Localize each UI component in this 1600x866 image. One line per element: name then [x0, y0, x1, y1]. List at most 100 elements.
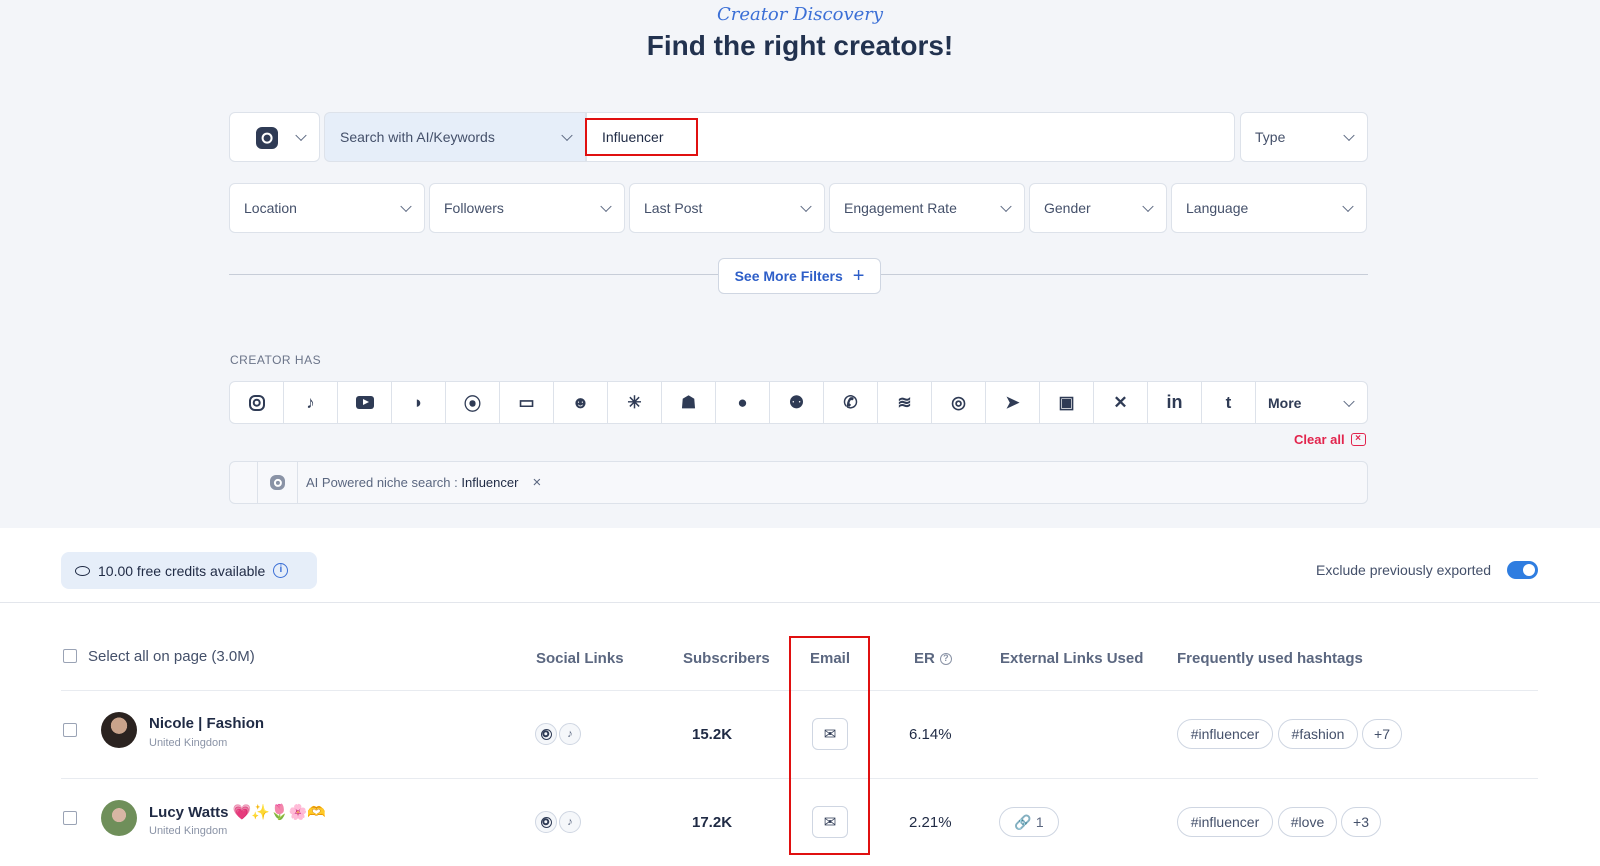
social-links: ♪ [535, 723, 581, 745]
col-external-links: External Links Used [1000, 650, 1144, 667]
hashtag-pill[interactable]: #influencer [1177, 719, 1273, 749]
type-label: Type [1255, 129, 1286, 145]
bluesky-icon[interactable]: ◗ [392, 382, 446, 423]
more-platforms-select[interactable]: More [1256, 382, 1367, 423]
telegram-icon[interactable]: ➤ [986, 382, 1040, 423]
chevron-down-icon [1343, 395, 1355, 407]
instagram-icon[interactable] [230, 382, 284, 423]
instagram-icon [270, 475, 285, 490]
tiktok-icon[interactable]: ♪ [559, 723, 581, 745]
groups-icon[interactable]: ⚉ [770, 382, 824, 423]
youtube-icon[interactable] [338, 382, 392, 423]
filter-location[interactable]: Location [229, 183, 425, 233]
exclude-label: Exclude previously exported [1316, 562, 1492, 578]
chevron-down-icon [1343, 129, 1355, 142]
see-more-filters-button[interactable]: See More Filters + [718, 258, 881, 294]
select-all-checkbox[interactable] [63, 649, 77, 663]
facebook-icon[interactable]: ● [716, 382, 770, 423]
row-checkbox[interactable] [63, 723, 77, 737]
chevron-down-icon [295, 129, 307, 142]
exclude-toggle[interactable] [1507, 561, 1538, 579]
page-title: Find the right creators! [646, 30, 954, 61]
tumblr-icon[interactable]: t [1202, 382, 1256, 423]
youtube-glyph [355, 396, 374, 409]
chevron-down-icon [600, 200, 612, 213]
creator-location: United Kingdom [149, 825, 228, 837]
filter-followers[interactable]: Followers [429, 183, 625, 233]
er-value: 2.21% [909, 814, 952, 831]
hashtag-pill[interactable]: #influencer [1177, 807, 1273, 837]
instagram-icon[interactable] [535, 723, 557, 745]
row-checkbox[interactable] [63, 811, 77, 825]
filter-language[interactable]: Language [1171, 183, 1367, 233]
search-mode-select[interactable]: Search with AI/Keywords [324, 112, 586, 162]
more-label: More [1268, 394, 1302, 411]
hashtag-more-pill[interactable]: +3 [1341, 807, 1381, 837]
filter-last-post[interactable]: Last Post [629, 183, 825, 233]
col-social-links: Social Links [536, 650, 624, 667]
creator-location: United Kingdom [149, 737, 228, 749]
coins-icon [75, 565, 90, 576]
spotify-icon[interactable]: ≋ [878, 382, 932, 423]
avatar [101, 712, 137, 748]
search-mode-label: Search with AI/Keywords [340, 129, 495, 145]
clear-all-label: Clear all [1294, 432, 1345, 447]
x-icon[interactable]: ✕ [1094, 382, 1148, 423]
active-filter-chip: AI Powered niche search : Influencer × [298, 474, 541, 491]
chevron-down-icon [800, 200, 812, 213]
remove-filter-icon[interactable]: × [532, 474, 541, 491]
type-select[interactable]: Type [1240, 112, 1368, 162]
col-er-label: ER [914, 650, 935, 667]
page-kicker: Creator Discovery [716, 4, 884, 25]
divider [0, 602, 1600, 603]
creator-has-toolbar: ♪ ◗ ⦿ ▭ ☻ ✳ ☗ ● ⚉ ✆ ≋ ◎ ➤ ▣ ✕ in t More [229, 381, 1368, 424]
filter-gender[interactable]: Gender [1029, 183, 1167, 233]
filter-engagement-rate[interactable]: Engagement Rate [829, 183, 1025, 233]
linktree-icon[interactable]: ✳ [608, 382, 662, 423]
creator-name[interactable]: Lucy Watts 💗✨🌷🌸🫶 [149, 803, 326, 821]
col-subscribers: Subscribers [683, 650, 770, 667]
tiktok-icon[interactable]: ♪ [559, 811, 581, 833]
avatar [101, 800, 137, 836]
linkedin-icon[interactable]: in [1148, 382, 1202, 423]
whatsapp-icon[interactable]: ◎ [932, 382, 986, 423]
snapchat-icon[interactable]: ☗ [662, 382, 716, 423]
link-icon: 🔗 [1014, 813, 1032, 830]
hashtag-pill[interactable]: #love [1278, 807, 1337, 837]
phone-icon[interactable]: ✆ [824, 382, 878, 423]
highlight-box [789, 636, 870, 855]
twitch-icon[interactable]: ▭ [500, 382, 554, 423]
filter-label: Last Post [644, 200, 703, 216]
platform-select[interactable] [229, 112, 320, 162]
col-hashtags: Frequently used hashtags [1177, 650, 1363, 667]
hashtag-more-pill[interactable]: +7 [1362, 719, 1402, 749]
external-links-pill[interactable]: 🔗 1 [999, 807, 1059, 837]
chevron-down-icon [561, 129, 573, 142]
chevron-down-icon [1342, 200, 1354, 213]
er-value: 6.14% [909, 726, 952, 743]
chip-value: Influencer [461, 475, 519, 490]
chevron-down-icon [1000, 200, 1012, 213]
credits-badge: 10.00 free credits available i [61, 552, 317, 589]
filter-label: Language [1186, 200, 1249, 216]
filter-label: Engagement Rate [844, 200, 957, 216]
instagram-icon[interactable] [535, 811, 557, 833]
creator-name[interactable]: Nicole | Fashion [149, 715, 264, 732]
vk-icon[interactable]: ▣ [1040, 382, 1094, 423]
tiktok-icon[interactable]: ♪ [284, 382, 338, 423]
subscribers-value: 17.2K [692, 814, 733, 831]
patreon-icon[interactable]: ⦿ [446, 382, 500, 423]
highlight-box [585, 118, 698, 156]
subscribers-value: 15.2K [692, 726, 733, 743]
discord-icon[interactable]: ☻ [554, 382, 608, 423]
info-icon[interactable]: i [273, 563, 289, 578]
see-more-label: See More Filters [734, 268, 843, 284]
hashtag-pill[interactable]: #fashion [1278, 719, 1358, 749]
clear-all-button[interactable]: Clear all × [1294, 432, 1366, 447]
links-count: 1 [1035, 814, 1044, 830]
chevron-down-icon [1142, 200, 1154, 213]
filter-label: Followers [444, 200, 504, 216]
select-all-label: Select all on page (3.0M) [88, 648, 255, 665]
chevron-down-icon [400, 200, 412, 213]
help-icon[interactable]: ? [939, 652, 952, 665]
